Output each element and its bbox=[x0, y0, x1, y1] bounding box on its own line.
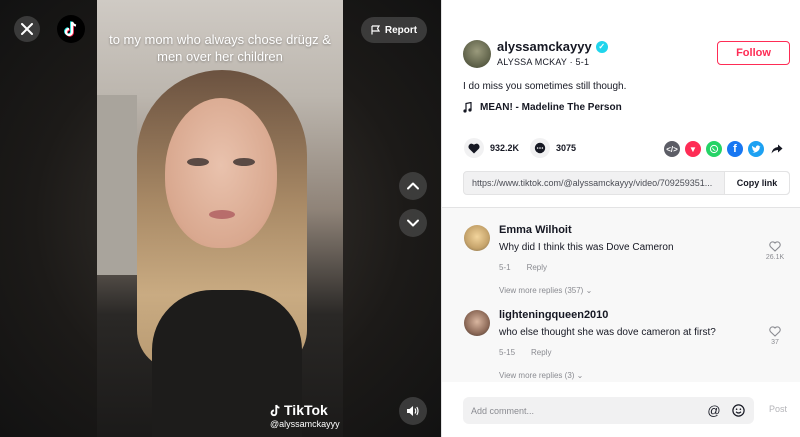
view-more-replies-label[interactable]: View more replies (3) bbox=[499, 371, 574, 380]
reply-button[interactable]: Reply bbox=[527, 263, 547, 272]
emoji-icon[interactable] bbox=[730, 403, 746, 419]
volume-icon bbox=[407, 406, 419, 416]
comment-like-button[interactable]: 37 bbox=[764, 326, 786, 346]
twitter-icon[interactable] bbox=[748, 141, 764, 157]
comment-like-count: 37 bbox=[771, 339, 779, 346]
share-icons: </> ▼ f bbox=[664, 141, 785, 157]
like-button[interactable] bbox=[464, 138, 484, 158]
view-more-replies[interactable]: View more replies (357) ⌄ bbox=[499, 286, 592, 295]
like-stat[interactable]: 932.2K bbox=[464, 138, 519, 158]
person-eye bbox=[233, 158, 255, 166]
comment-text: who else thought she was dove cameron at… bbox=[499, 327, 716, 338]
close-icon bbox=[21, 23, 33, 35]
chevron-down-icon bbox=[407, 219, 419, 227]
report-button[interactable]: Report bbox=[361, 17, 427, 43]
author-subline: ALYSSA MCKAY · 5-1 bbox=[497, 57, 589, 67]
view-more-replies-label[interactable]: View more replies (357) bbox=[499, 286, 583, 295]
flag-icon bbox=[371, 25, 380, 35]
next-video-button[interactable] bbox=[399, 209, 427, 237]
person-mouth bbox=[209, 210, 235, 219]
background-door bbox=[97, 95, 137, 275]
share-link-url[interactable]: https://www.tiktok.com/@alyssamckayyy/vi… bbox=[464, 172, 724, 194]
tiktok-share-icon[interactable]: ▼ bbox=[685, 141, 701, 157]
comment-button[interactable] bbox=[530, 138, 550, 158]
video-player[interactable]: to my mom who always chose drügz & men o… bbox=[0, 0, 441, 437]
commenter-avatar[interactable] bbox=[464, 225, 490, 251]
copy-link-button[interactable]: Copy link bbox=[724, 172, 789, 194]
post-date: 5-1 bbox=[575, 57, 590, 67]
heart-outline-icon bbox=[769, 326, 781, 337]
video-frame bbox=[97, 0, 343, 437]
comment-like-count: 26.1K bbox=[765, 254, 785, 261]
chevron-down-icon: ⌄ bbox=[585, 286, 593, 295]
report-label: Report bbox=[384, 24, 418, 36]
comment-bubble-icon bbox=[534, 142, 546, 154]
heart-icon bbox=[468, 143, 480, 153]
chevron-down-icon: ⌄ bbox=[576, 371, 584, 380]
person-eye bbox=[187, 158, 209, 166]
tiktok-watermark: TikTok @alyssamckayyy bbox=[270, 402, 340, 429]
post-description: I do miss you sometimes still though. bbox=[463, 81, 627, 92]
tiktok-watermark-icon bbox=[270, 404, 280, 416]
author-username-row[interactable]: alyssamckayyy ✓ bbox=[497, 39, 608, 54]
author-username[interactable]: alyssamckayyy bbox=[497, 39, 592, 54]
comment-composer: @ bbox=[463, 397, 754, 424]
verified-icon: ✓ bbox=[595, 40, 608, 53]
tiktok-logo-icon bbox=[64, 21, 77, 37]
music-link[interactable]: MEAN! - Madeline The Person bbox=[463, 102, 622, 113]
author-avatar[interactable] bbox=[463, 40, 491, 68]
comment-list[interactable]: Emma Wilhoit Why did I think this was Do… bbox=[442, 207, 800, 382]
mention-icon[interactable]: @ bbox=[706, 403, 722, 419]
person-face bbox=[165, 98, 277, 248]
close-button[interactable] bbox=[14, 16, 40, 42]
comment-date: 5-1 bbox=[499, 263, 511, 272]
comment-like-button[interactable]: 26.1K bbox=[764, 241, 786, 261]
author-display-name: ALYSSA MCKAY bbox=[497, 57, 567, 67]
facebook-icon[interactable]: f bbox=[727, 141, 743, 157]
commenter-name[interactable]: lighteningqueen2010 bbox=[499, 309, 608, 321]
commenter-avatar[interactable] bbox=[464, 310, 490, 336]
tiktok-logo-button[interactable] bbox=[57, 15, 85, 43]
previous-video-button[interactable] bbox=[399, 172, 427, 200]
watermark-username: @alyssamckayyy bbox=[270, 419, 340, 429]
watermark-brand: TikTok bbox=[284, 402, 328, 418]
music-title[interactable]: MEAN! - Madeline The Person bbox=[480, 102, 622, 113]
video-caption: to my mom who always chose drügz & men o… bbox=[109, 32, 331, 64]
details-panel: alyssamckayyy ✓ ALYSSA MCKAY · 5-1 Follo… bbox=[441, 0, 800, 437]
music-note-icon bbox=[463, 102, 472, 113]
comment-date: 5-15 bbox=[499, 348, 516, 357]
heart-outline-icon bbox=[769, 241, 781, 252]
comment-input[interactable] bbox=[471, 405, 698, 416]
whatsapp-icon[interactable] bbox=[706, 141, 722, 157]
mute-button[interactable] bbox=[399, 397, 427, 425]
like-count: 932.2K bbox=[490, 143, 520, 153]
post-button[interactable]: Post bbox=[769, 404, 787, 414]
chevron-up-icon bbox=[407, 182, 419, 190]
commenter-name[interactable]: Emma Wilhoit bbox=[499, 224, 572, 236]
comment-count: 3075 bbox=[556, 143, 577, 153]
follow-button[interactable]: Follow bbox=[717, 41, 790, 65]
reply-button[interactable]: Reply bbox=[531, 348, 551, 357]
comment-meta: 5-1 Reply bbox=[499, 263, 547, 272]
share-link-box: https://www.tiktok.com/@alyssamckayyy/vi… bbox=[463, 171, 790, 195]
comment-text: Why did I think this was Dove Cameron bbox=[499, 242, 674, 253]
view-more-replies[interactable]: View more replies (3) ⌄ bbox=[499, 371, 583, 380]
share-arrow-icon[interactable] bbox=[769, 141, 785, 157]
comment-stat[interactable]: 3075 bbox=[530, 138, 576, 158]
comment-meta: 5-15 Reply bbox=[499, 348, 551, 357]
embed-icon[interactable]: </> bbox=[664, 141, 680, 157]
